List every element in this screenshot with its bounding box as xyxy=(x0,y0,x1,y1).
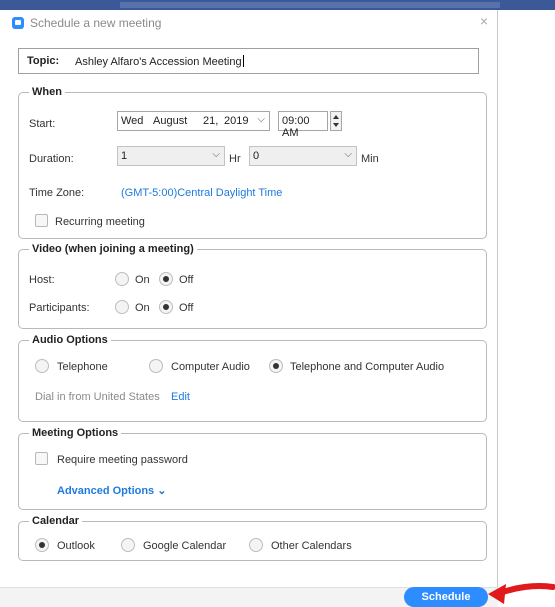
background-window-strip xyxy=(0,0,555,10)
title-bar: Schedule a new meeting × xyxy=(0,10,498,36)
topic-row: Topic: Ashley Alfaro's Accession Meeting xyxy=(18,48,479,74)
participants-label: Participants: xyxy=(29,302,90,314)
timezone-label: Time Zone: xyxy=(29,187,85,199)
red-arrow-annotation xyxy=(488,582,555,604)
audio-both-label: Telephone and Computer Audio xyxy=(290,361,445,373)
calendar-legend: Calendar xyxy=(29,515,83,527)
video-legend: Video (when joining a meeting) xyxy=(29,243,197,255)
duration-label: Duration: xyxy=(29,153,74,165)
topic-input[interactable]: Ashley Alfaro's Accession Meeting xyxy=(75,55,244,68)
audio-both-radio[interactable] xyxy=(269,359,283,373)
participants-video-off-radio[interactable] xyxy=(159,300,173,314)
start-label: Start: xyxy=(29,118,56,130)
topic-label: Topic: xyxy=(27,55,60,67)
chevron-down-icon: ⌄ xyxy=(157,485,167,497)
require-password-checkbox[interactable] xyxy=(35,452,48,465)
zoom-app-icon xyxy=(12,17,24,29)
close-button[interactable]: × xyxy=(480,14,488,28)
calendar-outlook-label: Outlook xyxy=(57,540,95,552)
participants-off-label: Off xyxy=(179,302,194,314)
audio-computer-label: Computer Audio xyxy=(171,361,250,373)
chevron-down-icon: ⌵ xyxy=(257,114,265,125)
calendar-google-label: Google Calendar xyxy=(143,540,227,552)
audio-legend: Audio Options xyxy=(29,334,111,346)
calendar-outlook-radio[interactable] xyxy=(35,538,49,552)
advanced-options-toggle[interactable]: Advanced Options ⌄ xyxy=(57,484,166,497)
min-label: Min xyxy=(361,153,379,165)
participants-video-on-radio[interactable] xyxy=(115,300,129,314)
when-legend: When xyxy=(29,86,65,98)
host-on-label: On xyxy=(135,274,150,286)
timezone-select[interactable]: (GMT-5:00)Central Daylight Time xyxy=(121,187,282,199)
dial-in-text: Dial in from United States xyxy=(35,391,160,403)
chevron-down-icon: ⌵ xyxy=(212,149,220,160)
audio-group: Audio Options Telephone Computer Audio T… xyxy=(18,334,487,422)
hr-label: Hr xyxy=(229,153,241,165)
meeting-options-legend: Meeting Options xyxy=(29,427,122,439)
window-title: Schedule a new meeting xyxy=(30,16,162,30)
spin-down-icon[interactable] xyxy=(333,123,339,127)
host-label: Host: xyxy=(29,274,55,286)
recurring-label: Recurring meeting xyxy=(55,216,145,228)
video-group: Video (when joining a meeting) Host: On … xyxy=(18,243,487,329)
calendar-other-radio[interactable] xyxy=(249,538,263,552)
time-spinner[interactable] xyxy=(330,111,342,131)
calendar-other-label: Other Calendars xyxy=(271,540,352,552)
recurring-checkbox[interactable] xyxy=(35,214,48,227)
calendar-google-radio[interactable] xyxy=(121,538,135,552)
duration-minutes-select[interactable]: 0 ⌵ xyxy=(249,146,357,166)
start-date-picker[interactable]: Wed August 21, 2019 ⌵ xyxy=(117,111,270,131)
host-video-off-radio[interactable] xyxy=(159,272,173,286)
require-password-label: Require meeting password xyxy=(57,454,188,466)
chevron-down-icon: ⌵ xyxy=(344,149,352,160)
audio-telephone-radio[interactable] xyxy=(35,359,49,373)
start-time-input[interactable]: 09:00 AM xyxy=(278,111,328,139)
dial-in-edit-link[interactable]: Edit xyxy=(171,391,190,403)
audio-computer-radio[interactable] xyxy=(149,359,163,373)
host-video-on-radio[interactable] xyxy=(115,272,129,286)
calendar-group: Calendar Outlook Google Calendar Other C… xyxy=(18,515,487,561)
duration-hours-select[interactable]: 1 ⌵ xyxy=(117,146,225,166)
audio-telephone-label: Telephone xyxy=(57,361,108,373)
participants-on-label: On xyxy=(135,302,150,314)
when-group: When Start: Wed August 21, 2019 ⌵ 09:00 … xyxy=(18,86,487,239)
meeting-options-group: Meeting Options Require meeting password… xyxy=(18,427,487,510)
spin-up-icon[interactable] xyxy=(333,115,339,119)
schedule-button[interactable]: Schedule xyxy=(404,587,488,607)
schedule-meeting-dialog: Schedule a new meeting × Topic: Ashley A… xyxy=(0,10,498,607)
host-off-label: Off xyxy=(179,274,194,286)
